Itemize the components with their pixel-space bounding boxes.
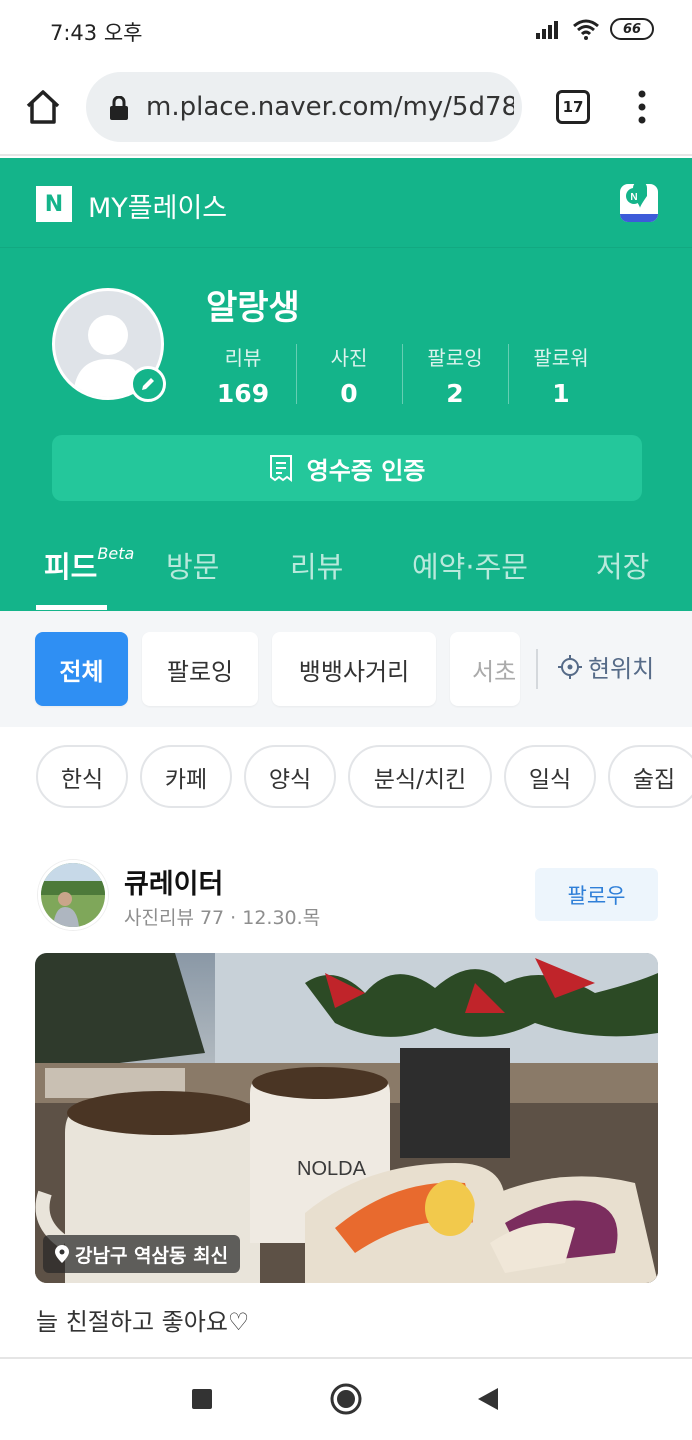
mug-text: NOLDA <box>297 1158 367 1180</box>
tab-saved[interactable]: 저장 <box>596 544 649 586</box>
location-tag: 강남구 역삼동 최신 <box>43 1235 241 1273</box>
author-photo <box>41 863 105 927</box>
url-text: m.place.naver.com/my/5d78 <box>146 92 514 122</box>
wifi-icon <box>573 19 599 40</box>
post-meta: 사진리뷰 77 · 12.30.목 <box>124 907 321 929</box>
category-western[interactable]: 양식 <box>244 745 336 808</box>
svg-text:N: N <box>630 192 637 203</box>
map-pin-icon <box>55 1245 69 1263</box>
system-nav-bar <box>0 1357 692 1440</box>
crosshair-icon <box>558 654 582 679</box>
battery-icon: 66 <box>610 18 654 40</box>
tab-reservations[interactable]: 예약·주문 <box>412 544 528 586</box>
category-bar[interactable]: 술집 <box>608 745 692 808</box>
recents-icon[interactable] <box>190 1387 214 1411</box>
stat-label: 리뷰 <box>224 346 262 370</box>
review-photo[interactable]: NOLDA 강남구 역삼동 최신 <box>35 953 658 1283</box>
stat-label: 팔로잉 <box>427 346 483 370</box>
tab-switcher-button[interactable]: 17 <box>556 90 590 124</box>
location-tag-label: 강남구 역삼동 최신 <box>75 1244 229 1267</box>
browser-toolbar: m.place.naver.com/my/5d78 17 <box>0 60 692 156</box>
category-japanese[interactable]: 일식 <box>504 745 596 808</box>
stat-following[interactable]: 팔로잉 2 <box>402 342 508 408</box>
filter-chip-all[interactable]: 전체 <box>35 632 128 706</box>
app-topbar: N MY플레이스 N <box>0 158 692 248</box>
stat-reviews[interactable]: 리뷰 169 <box>190 342 296 408</box>
category-cafe[interactable]: 카페 <box>140 745 232 808</box>
divider <box>536 649 538 689</box>
home-icon[interactable] <box>24 88 62 126</box>
profile-tabs: 피드Beta 방문 리뷰 예약·주문 저장 <box>0 538 692 611</box>
naver-logo[interactable]: N <box>36 186 72 222</box>
status-bar: 7:43 오후 66 <box>0 0 692 60</box>
pencil-icon <box>142 378 154 390</box>
category-korean[interactable]: 한식 <box>36 745 128 808</box>
battery-level: 66 <box>622 21 642 37</box>
stat-followers[interactable]: 팔로워 1 <box>508 342 614 408</box>
profile-header: N MY플레이스 N 알랑생 리뷰 169 사진 0 팔로잉 2 팔로워 1 영… <box>0 158 692 611</box>
receipt-button-label: 영수증 인증 <box>306 456 426 485</box>
category-pills: 한식 카페 양식 분식/치킨 일식 술집 <box>0 745 692 809</box>
cafe-photo: NOLDA <box>35 953 658 1283</box>
tab-feed[interactable]: 피드Beta <box>44 544 134 586</box>
profile-stats: 리뷰 169 사진 0 팔로잉 2 팔로워 1 <box>190 342 614 408</box>
tab-label: 피드 <box>44 550 98 584</box>
more-menu-icon[interactable] <box>634 90 650 124</box>
stat-value: 169 <box>216 379 270 408</box>
location-label: 현위치 <box>588 655 655 683</box>
stat-value: 2 <box>446 379 464 408</box>
review-text: 늘 친절하고 좋아요♡ <box>36 1308 250 1336</box>
signal-icon <box>536 21 558 39</box>
profile-name: 알랑생 <box>206 288 300 328</box>
stat-label: 사진 <box>330 346 368 370</box>
follow-button[interactable]: 팔로우 <box>535 868 658 921</box>
stat-label: 팔로워 <box>533 346 589 370</box>
tab-count: 17 <box>562 98 584 116</box>
active-tab-indicator <box>36 605 107 610</box>
author-name[interactable]: 큐레이터 <box>124 862 223 901</box>
edit-profile-button[interactable] <box>130 366 166 402</box>
beta-badge: Beta <box>97 544 135 563</box>
stat-photos[interactable]: 사진 0 <box>296 342 402 408</box>
brand-title: MY플레이스 <box>88 193 228 224</box>
stat-value: 1 <box>552 379 570 408</box>
current-location-button[interactable]: 현위치 <box>558 649 654 684</box>
naver-map-icon[interactable]: N <box>620 184 658 222</box>
filter-chip-seocho[interactable]: 서초 <box>450 632 520 706</box>
author-avatar[interactable] <box>38 860 108 930</box>
status-time: 7:43 오후 <box>50 21 143 45</box>
address-bar[interactable]: m.place.naver.com/my/5d78 <box>86 72 522 142</box>
tab-visits[interactable]: 방문 <box>166 544 219 586</box>
filter-chip-following[interactable]: 팔로잉 <box>142 632 258 706</box>
home-nav-icon[interactable] <box>329 1382 363 1416</box>
feed-filter-bar: 전체 팔로잉 뱅뱅사거리 서초 현위치 <box>0 611 692 727</box>
tab-reviews[interactable]: 리뷰 <box>290 544 343 586</box>
back-icon[interactable] <box>476 1386 500 1412</box>
receipt-icon <box>269 455 292 482</box>
receipt-verify-button[interactable]: 영수증 인증 <box>52 435 642 501</box>
category-snack-chicken[interactable]: 분식/치킨 <box>348 745 492 808</box>
lock-icon <box>110 96 128 120</box>
status-icons: 66 <box>536 18 654 40</box>
filter-chip-bangbang[interactable]: 뱅뱅사거리 <box>272 632 436 706</box>
stat-value: 0 <box>340 379 358 408</box>
